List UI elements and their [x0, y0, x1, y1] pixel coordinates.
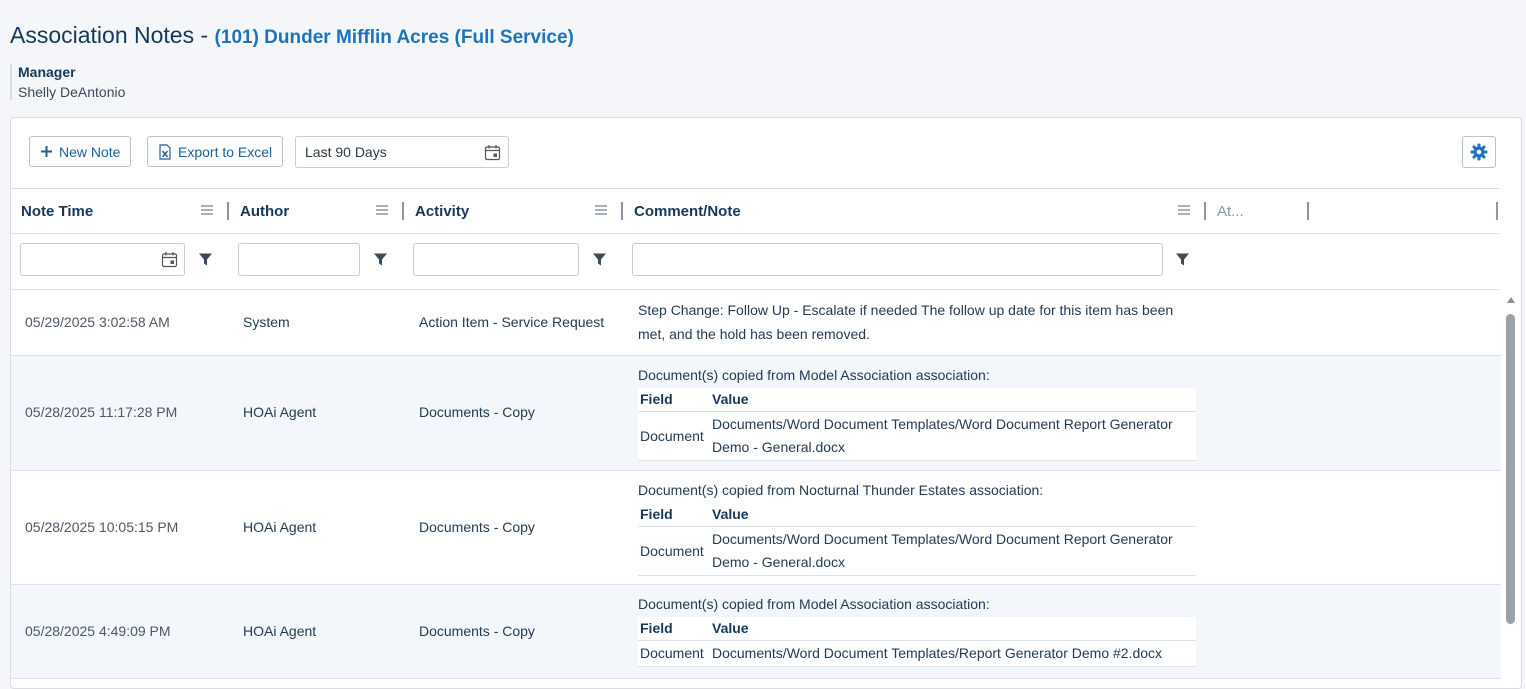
- field-value-table: Field Value Document Documents/Word Docume…: [638, 503, 1196, 576]
- column-resize-handle[interactable]: [1204, 202, 1206, 220]
- column-header-author[interactable]: Author: [240, 189, 289, 233]
- value-header: Value: [710, 503, 1196, 527]
- page-title: Association Notes - (101) Dunder Mifflin…: [10, 22, 574, 48]
- comment-cell: Document(s) copied from Nocturnal Thunde…: [638, 480, 1198, 576]
- column-resize-handle[interactable]: [1496, 202, 1498, 220]
- field-cell: Document: [638, 526, 710, 576]
- activity-cell: Documents - Copy: [419, 519, 535, 535]
- column-resize-handle[interactable]: [402, 202, 404, 220]
- value-cell: Documents/Word Document Templates/Report…: [710, 640, 1196, 667]
- comment-cell: Step Change: Follow Up - Escalate if nee…: [638, 302, 1174, 342]
- column-resize-handle[interactable]: [621, 202, 623, 220]
- calendar-icon[interactable]: [161, 251, 178, 268]
- manager-name: Shelly DeAntonio: [18, 84, 126, 100]
- column-menu-icon[interactable]: [200, 203, 214, 217]
- activity-cell: Action Item - Service Request: [419, 314, 605, 330]
- author-filter-input[interactable]: [238, 243, 360, 276]
- note-time-filter-input[interactable]: [20, 243, 185, 276]
- new-note-button[interactable]: New Note: [29, 136, 132, 167]
- author-cell: HOAi Agent: [243, 404, 317, 420]
- table-row[interactable]: 05/28/2025 11:17:28 PM HOAi Agent Docume…: [11, 356, 1501, 471]
- note-time-cell: 05/28/2025 4:49:09 PM: [25, 623, 171, 639]
- vertical-scrollbar[interactable]: [1506, 292, 1516, 688]
- filter-icon[interactable]: [198, 252, 213, 267]
- note-time-cell: 05/28/2025 11:17:28 PM: [25, 404, 178, 420]
- plus-icon: [41, 146, 52, 157]
- activity-filter-input[interactable]: [413, 243, 579, 276]
- filter-icon[interactable]: [1175, 252, 1190, 267]
- comment-filter-input[interactable]: [632, 243, 1163, 276]
- scrollbar-thumb[interactable]: [1506, 314, 1515, 624]
- field-header: Field: [638, 388, 710, 412]
- table-row[interactable]: 05/29/2025 3:02:58 AM System Action Item…: [11, 290, 1501, 356]
- gear-icon: [1470, 143, 1488, 161]
- manager-label: Manager: [18, 64, 76, 80]
- note-time-cell: 05/29/2025 3:02:58 AM: [25, 314, 170, 330]
- value-header: Value: [710, 388, 1196, 412]
- export-excel-button[interactable]: Export to Excel: [147, 136, 284, 167]
- field-value-table: Field Value Document Documents/Word Docume…: [638, 617, 1196, 667]
- author-cell: HOAi Agent: [243, 623, 317, 639]
- author-cell: System: [243, 314, 290, 330]
- column-menu-icon[interactable]: [1177, 203, 1191, 217]
- column-header-note-time[interactable]: Note Time: [21, 189, 93, 233]
- table-row[interactable]: 05/28/2025 10:05:15 PM HOAi Agent Docume…: [11, 471, 1501, 585]
- field-cell: Document: [638, 411, 710, 461]
- association-name: (101) Dunder Mifflin Acres (Full Service…: [214, 27, 574, 48]
- grid-header: Note Time Author Activity Comment/Note A…: [11, 188, 1499, 234]
- notes-panel: New Note Export to Excel Last 90 Days No…: [10, 117, 1522, 689]
- column-header-comment-note[interactable]: Comment/Note: [634, 189, 741, 233]
- filter-row: [11, 232, 1499, 290]
- filter-icon[interactable]: [592, 252, 607, 267]
- activity-cell: Documents - Copy: [419, 404, 535, 420]
- column-header-attachments[interactable]: At...: [1217, 189, 1244, 233]
- filter-icon[interactable]: [373, 252, 388, 267]
- excel-icon: [159, 143, 171, 160]
- note-time-cell: 05/28/2025 10:05:15 PM: [25, 519, 179, 535]
- comment-text: Document(s) copied from Model Associatio…: [638, 596, 990, 612]
- field-value-table: Field Value Document Documents/Word Docume…: [638, 388, 1196, 461]
- settings-button[interactable]: [1462, 136, 1496, 168]
- manager-info: Manager Shelly DeAntonio: [10, 64, 125, 100]
- comment-text: Document(s) copied from Nocturnal Thunde…: [638, 482, 1044, 498]
- field-header: Field: [638, 503, 710, 527]
- comment-text: Document(s) copied from Model Associatio…: [638, 367, 990, 383]
- activity-cell: Documents - Copy: [419, 623, 535, 639]
- value-header: Value: [710, 617, 1196, 641]
- scroll-up-icon[interactable]: [1506, 296, 1516, 304]
- author-cell: HOAi Agent: [243, 519, 317, 535]
- comment-cell: Document(s) copied from Model Associatio…: [638, 594, 1198, 667]
- column-menu-icon[interactable]: [594, 203, 608, 217]
- column-menu-icon[interactable]: [375, 203, 389, 217]
- table-row[interactable]: 05/28/2025 4:49:09 PM HOAi Agent Documen…: [11, 585, 1501, 679]
- column-resize-handle[interactable]: [227, 202, 229, 220]
- column-header-activity[interactable]: Activity: [415, 189, 469, 233]
- column-resize-handle[interactable]: [1307, 202, 1309, 220]
- field-cell: Document: [638, 640, 710, 667]
- comment-cell: Document(s) copied from Model Associatio…: [638, 365, 1198, 461]
- date-range-select[interactable]: Last 90 Days: [295, 136, 509, 168]
- calendar-icon[interactable]: [484, 144, 501, 161]
- field-header: Field: [638, 617, 710, 641]
- value-cell: Documents/Word Document Templates/Word D…: [710, 411, 1196, 461]
- value-cell: Documents/Word Document Templates/Word D…: [710, 526, 1196, 576]
